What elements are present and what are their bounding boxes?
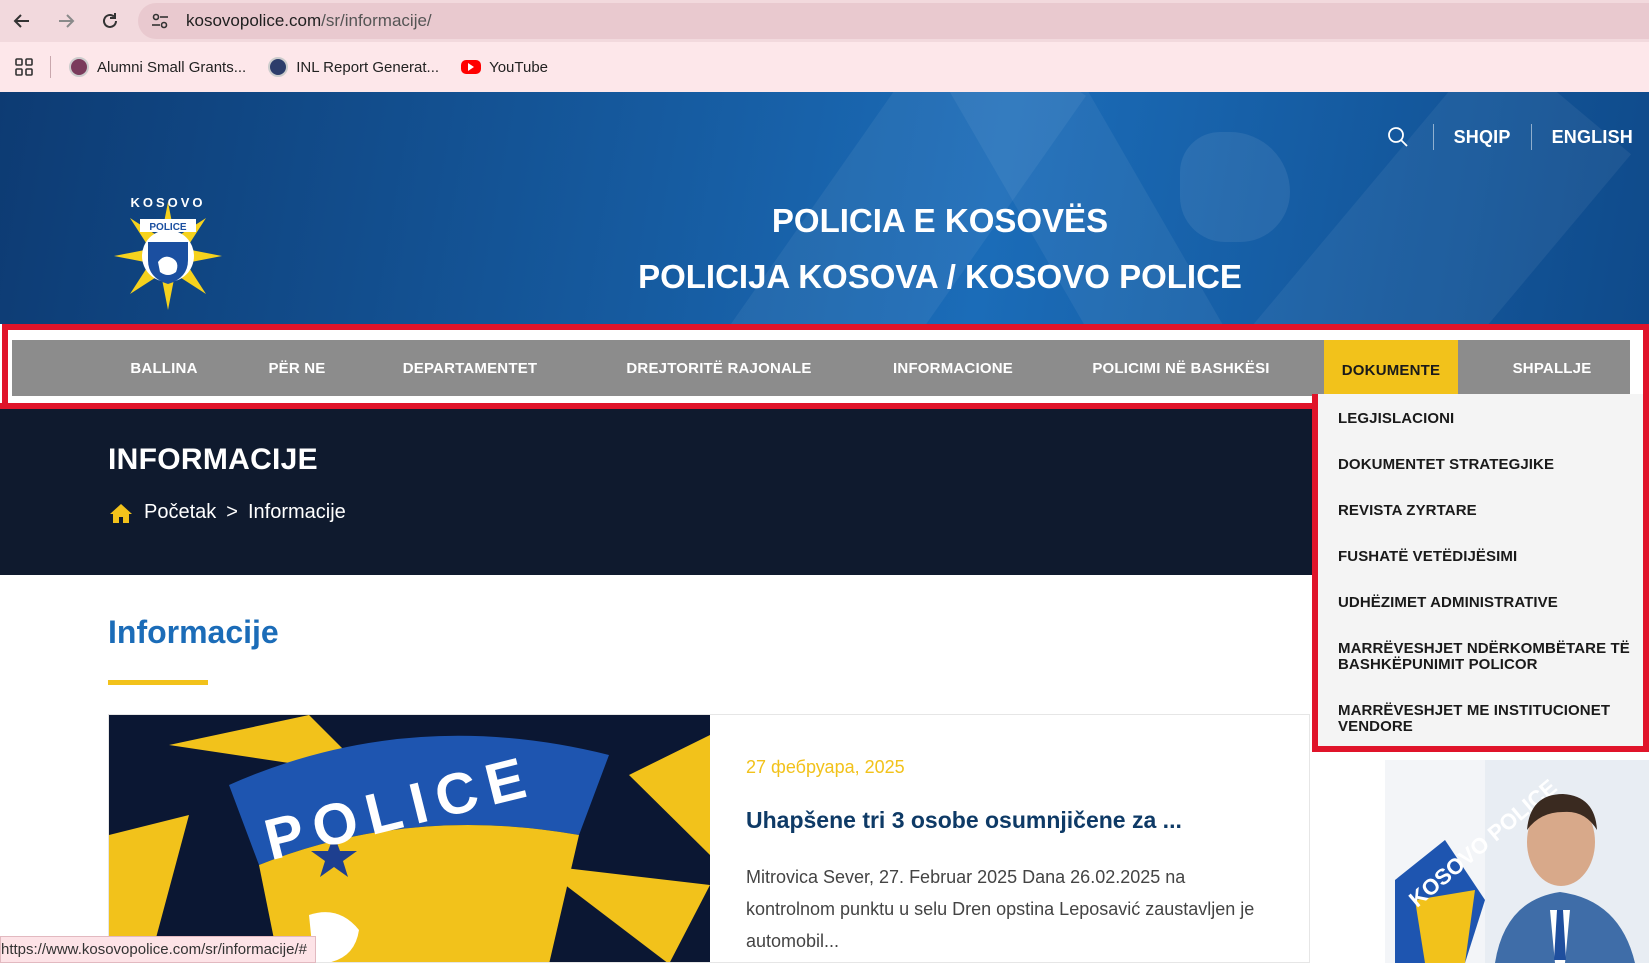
alumni-seal-icon: [69, 57, 89, 77]
side-portrait-photo: KOSOVO POLICE: [1385, 760, 1649, 963]
dropdown-item-legjislacioni[interactable]: LEGJISLACIONI: [1338, 396, 1643, 442]
lang-english-link[interactable]: ENGLISH: [1552, 127, 1633, 148]
site-title-line-2: POLICIJA KOSOVA / KOSOVO POLICE: [638, 258, 1242, 295]
forward-arrow-icon: [59, 14, 75, 28]
news-image[interactable]: POLICE: [109, 715, 710, 962]
dokumente-dropdown-menu: LEGJISLACIONI DOKUMENTET STRATEGJIKE REV…: [1312, 394, 1649, 752]
nav-item-per-ne[interactable]: PËR NE: [242, 340, 352, 396]
nav-item-drejtorite-rajonale[interactable]: DREJTORITË RAJONALE: [608, 340, 830, 396]
bookmark-label: INL Report Generat...: [296, 58, 440, 76]
reload-icon: [103, 13, 117, 28]
portrait-image: KOSOVO POLICE: [1385, 760, 1649, 963]
nav-item-policimi-ne-bashkesi[interactable]: POLICIMI NË BASHKËSI: [1072, 340, 1290, 396]
page-title: INFORMACIJE: [108, 443, 318, 476]
dropdown-item-dokumentet-strategjike[interactable]: DOKUMENTET STRATEGJIKE: [1338, 442, 1643, 488]
search-button[interactable]: [1383, 122, 1413, 152]
news-title-link[interactable]: Uhapšene tri 3 osobe osumnjičene za ...: [746, 807, 1182, 834]
breadcrumb-current: Informacije: [247, 501, 346, 523]
news-card[interactable]: POLICE 27 фебруара, 2025 Uhapšene tri 3 …: [108, 714, 1310, 963]
bookmarks-separator: [50, 56, 51, 78]
nav-item-shpallje[interactable]: SHPALLJE: [1492, 340, 1612, 396]
news-date: 27 фебруара, 2025: [746, 757, 905, 777]
site-header: SHQIP ENGLISH KOSOVO POLICE POLICIA E KO…: [0, 92, 1649, 324]
back-button[interactable]: [0, 0, 44, 42]
section-title-underline: [108, 680, 208, 685]
dropdown-item-marreveshjet-institucionet-vendore[interactable]: MARRËVESHJET ME INSTITUCIONET VENDORE: [1338, 688, 1643, 750]
browser-toolbar: kosovopolice.com/sr/informacije/: [0, 0, 1649, 42]
bookmark-youtube[interactable]: YouTube: [457, 50, 558, 84]
home-icon[interactable]: [108, 502, 134, 524]
apps-button[interactable]: [4, 47, 44, 87]
nav-item-dokumente[interactable]: DOKUMENTE: [1324, 340, 1458, 400]
lang-shqip-link[interactable]: SHQIP: [1454, 127, 1511, 148]
dropdown-item-marreveshjet-nderkombetare[interactable]: MARRËVESHJET NDËRKOMBËTARE TË BASHKËPUNI…: [1338, 626, 1643, 688]
site-title-line-1: POLICIA E KOSOVËS: [771, 202, 1109, 239]
breadcrumb-home-link[interactable]: Početak: [144, 501, 216, 524]
search-icon: [1387, 127, 1408, 147]
back-arrow-icon: [13, 14, 29, 28]
breadcrumb: Početak > Informacije: [108, 501, 346, 524]
dropdown-item-revista-zyrtare[interactable]: REVISTA ZYRTARE: [1338, 488, 1643, 534]
nav-bar: BALLINA PËR NE DEPARTAMENTET DREJTORITË …: [12, 340, 1630, 400]
forward-button[interactable]: [44, 0, 88, 42]
police-badge-image: POLICE: [109, 715, 710, 962]
url-text: kosovopolice.com/sr/informacije/: [186, 11, 432, 31]
bookmark-label: Alumni Small Grants...: [97, 58, 247, 76]
language-switcher: SHQIP ENGLISH: [1383, 122, 1633, 152]
bookmark-inl-report[interactable]: INL Report Generat...: [264, 50, 449, 84]
bookmark-alumni-small-grants[interactable]: Alumni Small Grants...: [65, 50, 256, 84]
section-title: Informacije: [108, 614, 279, 650]
divider: [1530, 124, 1532, 150]
site-info-button[interactable]: [142, 6, 178, 36]
breadcrumb-separator: >: [226, 501, 238, 523]
nav-item-informacione[interactable]: INFORMACIONE: [868, 340, 1038, 396]
bookmarks-bar: Alumni Small Grants... INL Report Genera…: [0, 42, 1649, 92]
tune-icon: [152, 13, 168, 29]
page-banner: INFORMACIJE Početak > Informacije: [0, 409, 1312, 575]
apps-grid-icon: [15, 58, 33, 76]
url-domain: kosovopolice.com: [186, 11, 322, 30]
news-excerpt: Mitrovica Sever, 27. Februar 2025 Dana 2…: [746, 867, 1255, 951]
nav-item-ballina[interactable]: BALLINA: [96, 340, 232, 396]
bookmark-label: YouTube: [489, 58, 549, 76]
reload-button[interactable]: [88, 0, 132, 42]
url-path: /sr/informacije/: [321, 11, 432, 30]
dropdown-item-udhezimet-administrative[interactable]: UDHËZIMET ADMINISTRATIVE: [1338, 580, 1643, 626]
dropdown-item-fushate-vetedijesimi[interactable]: FUSHATË VETËDIJËSIMI: [1338, 534, 1643, 580]
status-bar-url: https://www.kosovopolice.com/sr/informac…: [0, 936, 316, 963]
divider: [1432, 124, 1434, 150]
state-dept-seal-icon: [268, 57, 289, 77]
address-bar[interactable]: kosovopolice.com/sr/informacije/: [138, 3, 1649, 39]
nav-item-departamentet[interactable]: DEPARTAMENTET: [380, 340, 560, 396]
youtube-icon: [461, 60, 482, 74]
